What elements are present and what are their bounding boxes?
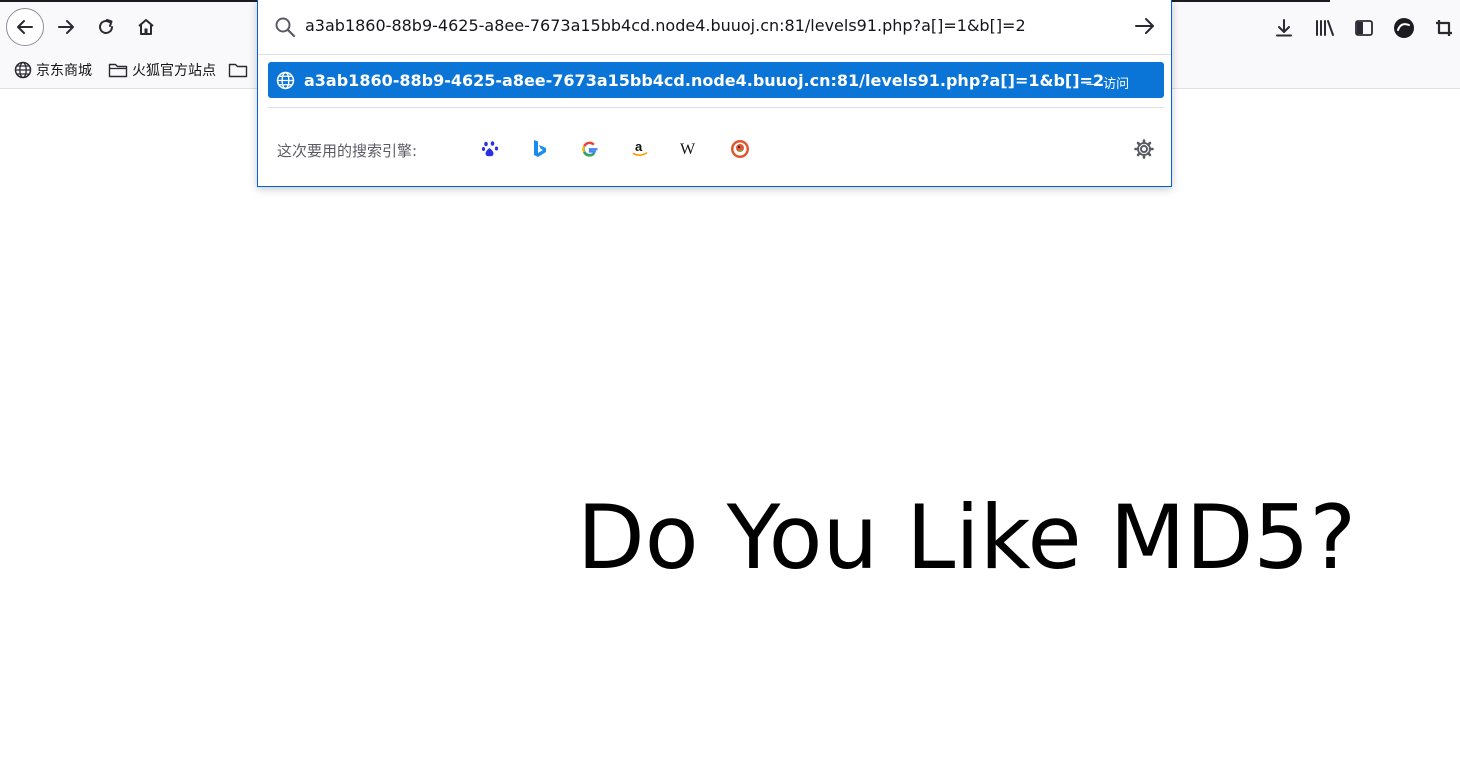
- search-engine-bing[interactable]: [527, 136, 553, 162]
- search-engine-wikipedia[interactable]: W: [677, 136, 703, 162]
- screenshot-button[interactable]: [1426, 9, 1460, 47]
- reload-icon: [99, 19, 113, 34]
- go-arrow-icon[interactable]: [1133, 14, 1157, 38]
- forward-arrow-icon: [58, 20, 74, 34]
- bookmark-label: 火狐官方站点: [132, 63, 216, 79]
- home-button[interactable]: [128, 9, 164, 45]
- amazon-icon: a: [632, 140, 648, 156]
- bookmark-folder-partial[interactable]: [222, 58, 252, 82]
- back-arrow-icon: [17, 20, 33, 34]
- suggestion-url: a3ab1860-88b9-4625-a8ee-7673a15bb4cd.nod…: [304, 71, 1105, 90]
- downloads-button[interactable]: [1266, 9, 1302, 47]
- bookmark-folder-firefox[interactable]: 火狐官方站点: [102, 58, 222, 82]
- search-engine-duckduckgo[interactable]: [727, 136, 753, 162]
- home-icon: [138, 19, 154, 35]
- bing-icon: [534, 140, 546, 157]
- screenshot-icon: [1436, 20, 1452, 36]
- search-engine-baidu[interactable]: [477, 136, 503, 162]
- forward-button[interactable]: [48, 9, 84, 45]
- svg-text:W: W: [680, 141, 696, 158]
- account-icon: [1394, 18, 1414, 38]
- bookmark-label: 京东商城: [36, 63, 92, 79]
- duckduckgo-icon: [731, 140, 749, 158]
- library-button[interactable]: [1307, 9, 1343, 47]
- search-engine-amazon[interactable]: a: [627, 136, 653, 162]
- wikipedia-icon: W: [680, 141, 696, 158]
- urlbar-suggestion-selected[interactable]: a3ab1860-88b9-4625-a8ee-7673a15bb4cd.nod…: [268, 62, 1164, 98]
- folder-icon: [108, 63, 128, 78]
- google-icon: [582, 141, 598, 157]
- page-heading: Do You Like MD5?: [577, 486, 1357, 589]
- back-button[interactable]: [6, 8, 44, 46]
- search-icon: [275, 17, 296, 38]
- baidu-icon: [481, 141, 499, 157]
- search-engine-google[interactable]: [577, 136, 603, 162]
- account-button[interactable]: [1386, 9, 1422, 47]
- sidebar-icon: [1355, 20, 1373, 36]
- urlbar-dropdown: a3ab1860-88b9-4625-a8ee-7673a15bb4cd.nod…: [257, 0, 1172, 187]
- folder-icon: [228, 63, 248, 78]
- globe-icon: [276, 71, 295, 90]
- divider: [268, 107, 1164, 108]
- bookmark-jd[interactable]: 京东商城: [8, 58, 98, 82]
- suggestion-action: — 访问: [1086, 77, 1130, 92]
- search-engines-label: 这次要用的搜索引擎:: [277, 142, 418, 160]
- download-icon: [1276, 19, 1292, 37]
- reload-button[interactable]: [88, 9, 124, 45]
- sidebar-button[interactable]: [1346, 9, 1382, 47]
- urlbar-input[interactable]: a3ab1860-88b9-4625-a8ee-7673a15bb4cd.nod…: [305, 16, 1026, 35]
- svg-text:a: a: [635, 140, 643, 154]
- gear-icon: [1134, 139, 1154, 159]
- urlbar-input-row[interactable]: a3ab1860-88b9-4625-a8ee-7673a15bb4cd.nod…: [258, 0, 1171, 55]
- library-icon: [1316, 20, 1334, 36]
- search-settings-button[interactable]: [1131, 136, 1157, 162]
- globe-icon: [14, 61, 32, 79]
- bookmarks-toolbar: 京东商城 火狐官方站点: [0, 56, 252, 84]
